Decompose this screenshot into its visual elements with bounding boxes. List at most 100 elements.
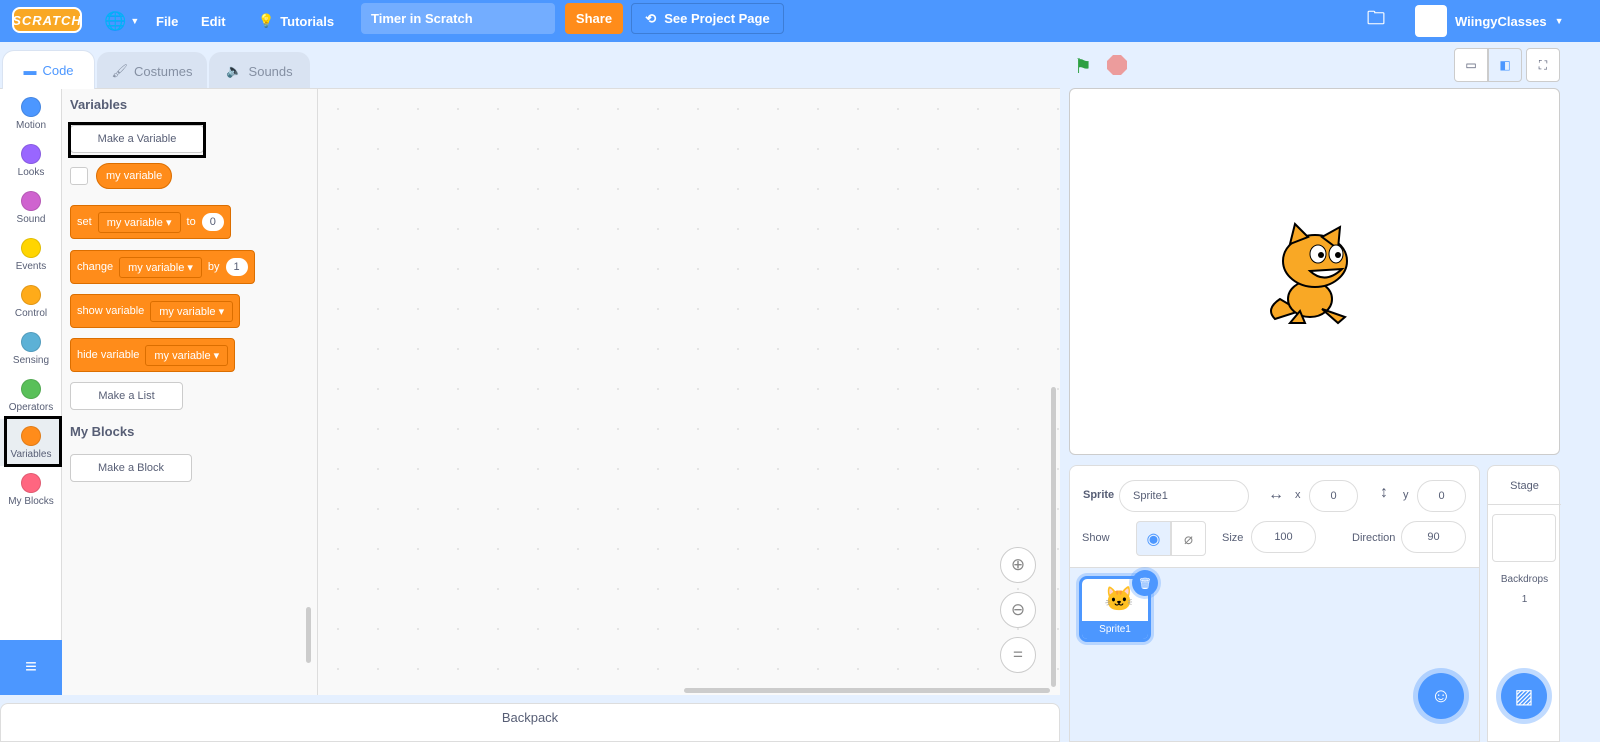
- block-text: by: [207, 261, 220, 273]
- cat-plus-icon: ☺: [1430, 684, 1452, 707]
- variables-heading: Variables: [70, 97, 128, 112]
- hide-variable-block[interactable]: hide variable my variable ▾: [70, 338, 236, 372]
- eye-slash-icon: ⌀: [1183, 530, 1194, 548]
- category-label: Control: [14, 308, 48, 319]
- script-area[interactable]: ⊕ ⊖ =: [318, 88, 1060, 695]
- show-variable-block[interactable]: show variable my variable ▾: [70, 294, 241, 328]
- value-input[interactable]: 1: [225, 258, 248, 276]
- category-label: Operators: [8, 402, 54, 413]
- trash-icon: 🗑: [1138, 577, 1152, 590]
- delete-sprite-button[interactable]: 🗑: [1132, 570, 1158, 596]
- backpack[interactable]: Backpack: [0, 703, 1060, 742]
- stop-icon[interactable]: [1107, 55, 1127, 75]
- sprite-name-input[interactable]: Sprite1: [1119, 480, 1249, 512]
- variable-dropdown[interactable]: my variable ▾: [119, 256, 202, 278]
- variable-checkbox[interactable]: [70, 167, 88, 185]
- set-variable-block[interactable]: set my variable ▾ to 0: [70, 205, 231, 239]
- my-variable-reporter[interactable]: my variable: [96, 163, 173, 189]
- choose-sprite-button[interactable]: ☺: [1418, 673, 1464, 719]
- y-input[interactable]: 0: [1417, 480, 1466, 512]
- green-flag-icon[interactable]: ⚑: [1074, 54, 1092, 79]
- tab-costumes[interactable]: 🖌 Costumes: [97, 52, 207, 89]
- make-block-button[interactable]: Make a Block: [70, 454, 192, 482]
- small-stage-button[interactable]: ▭: [1454, 48, 1488, 82]
- category-sensing[interactable]: Sensing: [0, 325, 62, 372]
- x-input[interactable]: 0: [1309, 480, 1358, 512]
- add-extension-button[interactable]: ≡: [0, 640, 62, 695]
- caret-down-icon: ▼: [1554, 16, 1564, 26]
- value-input[interactable]: 0: [201, 213, 224, 231]
- tab-sounds-label: Sounds: [248, 63, 293, 79]
- hide-sprite-button[interactable]: ⌀: [1171, 521, 1206, 556]
- project-title-input[interactable]: Timer in Scratch: [361, 3, 555, 34]
- make-list-button[interactable]: Make a List: [70, 382, 183, 410]
- variables-highlight: [4, 416, 62, 467]
- large-stage-icon: ◧: [1499, 58, 1511, 72]
- zoom-in-button[interactable]: ⊕: [1000, 547, 1036, 583]
- zoom-out-button[interactable]: ⊖: [1000, 592, 1036, 628]
- zoom-in-icon: ⊕: [1010, 555, 1026, 574]
- show-label: Show: [1082, 532, 1110, 544]
- edit-menu[interactable]: Edit: [201, 0, 226, 42]
- my-stuff-folder-icon[interactable]: 🗀: [1367, 0, 1385, 42]
- category-label: Looks: [17, 167, 45, 178]
- block-text: hide variable: [77, 349, 140, 361]
- divider: [1488, 504, 1561, 505]
- stage-selector[interactable]: Stage Backdrops 1 ▨: [1487, 465, 1561, 742]
- fullscreen-button[interactable]: ⛶: [1526, 48, 1560, 82]
- direction-input[interactable]: 90: [1401, 521, 1466, 553]
- zoom-reset-button[interactable]: =: [1000, 637, 1036, 673]
- stage-title: Stage: [1510, 480, 1539, 492]
- category-sound[interactable]: Sound: [0, 184, 62, 231]
- tutorials-label: Tutorials: [280, 13, 335, 29]
- variable-dropdown[interactable]: my variable ▾: [145, 344, 229, 366]
- vertical-scrollbar[interactable]: [1051, 387, 1056, 687]
- stage[interactable]: [1069, 88, 1560, 455]
- cat-sprite[interactable]: [1260, 219, 1370, 329]
- category-motion[interactable]: Motion: [0, 90, 62, 137]
- tab-sounds[interactable]: 🔈 Sounds: [209, 52, 310, 89]
- block-text: show variable: [77, 305, 145, 317]
- size-input[interactable]: 100: [1251, 521, 1316, 553]
- tutorials-button[interactable]: 💡 Tutorials: [258, 0, 334, 42]
- language-menu[interactable]: 🌐 ▼: [104, 0, 139, 42]
- variable-dropdown[interactable]: my variable ▾: [150, 300, 234, 322]
- share-button[interactable]: Share: [565, 3, 623, 34]
- palette-scrollbar[interactable]: [306, 607, 311, 663]
- variable-dropdown[interactable]: my variable ▾: [97, 211, 181, 233]
- choose-backdrop-button[interactable]: ▨: [1501, 673, 1547, 719]
- category-label: Events: [15, 261, 47, 272]
- category-menu: Motion Looks Sound Events Control Sensing Oper…: [0, 88, 62, 695]
- username: WiingyClasses: [1455, 13, 1547, 29]
- scratch-logo[interactable]: SCRATCH: [12, 7, 82, 33]
- code-icon: ▬: [23, 62, 37, 78]
- account-menu[interactable]: WiingyClasses ▼: [1415, 0, 1564, 42]
- horizontal-scrollbar[interactable]: [684, 688, 1050, 693]
- category-looks[interactable]: Looks: [0, 137, 62, 184]
- tab-code[interactable]: ▬ Code: [2, 50, 95, 89]
- small-stage-icon: ▭: [1465, 58, 1477, 72]
- show-sprite-button[interactable]: ◉: [1136, 521, 1171, 556]
- category-dot-icon: [21, 97, 41, 117]
- category-control[interactable]: Control: [0, 278, 62, 325]
- backdrops-label: Backdrops: [1500, 574, 1549, 585]
- extension-icon: ≡: [25, 656, 37, 678]
- category-operators[interactable]: Operators: [0, 372, 62, 419]
- horizontal-arrow-icon: ↔: [1268, 486, 1284, 503]
- reset-zoom-icon: =: [1013, 645, 1023, 664]
- see-project-page-button[interactable]: ⟲ See Project Page: [631, 3, 784, 34]
- category-label: My Blocks: [8, 496, 54, 507]
- my-blocks-heading: My Blocks: [70, 424, 135, 439]
- see-project-page-label: See Project Page: [664, 11, 770, 26]
- brush-icon: 🖌: [111, 63, 128, 78]
- file-menu[interactable]: File: [156, 0, 178, 42]
- x-label: x: [1295, 489, 1301, 501]
- category-events[interactable]: Events: [0, 231, 62, 278]
- category-my-blocks[interactable]: My Blocks: [0, 466, 62, 513]
- category-label: Sound: [16, 214, 46, 225]
- change-variable-block[interactable]: change my variable ▾ by 1: [70, 250, 255, 284]
- cat-thumbnail-icon: 🐱: [1104, 586, 1134, 613]
- fullscreen-icon: ⛶: [1538, 57, 1548, 72]
- large-stage-button[interactable]: ◧: [1488, 48, 1522, 82]
- backdrop-thumbnail[interactable]: [1492, 514, 1556, 562]
